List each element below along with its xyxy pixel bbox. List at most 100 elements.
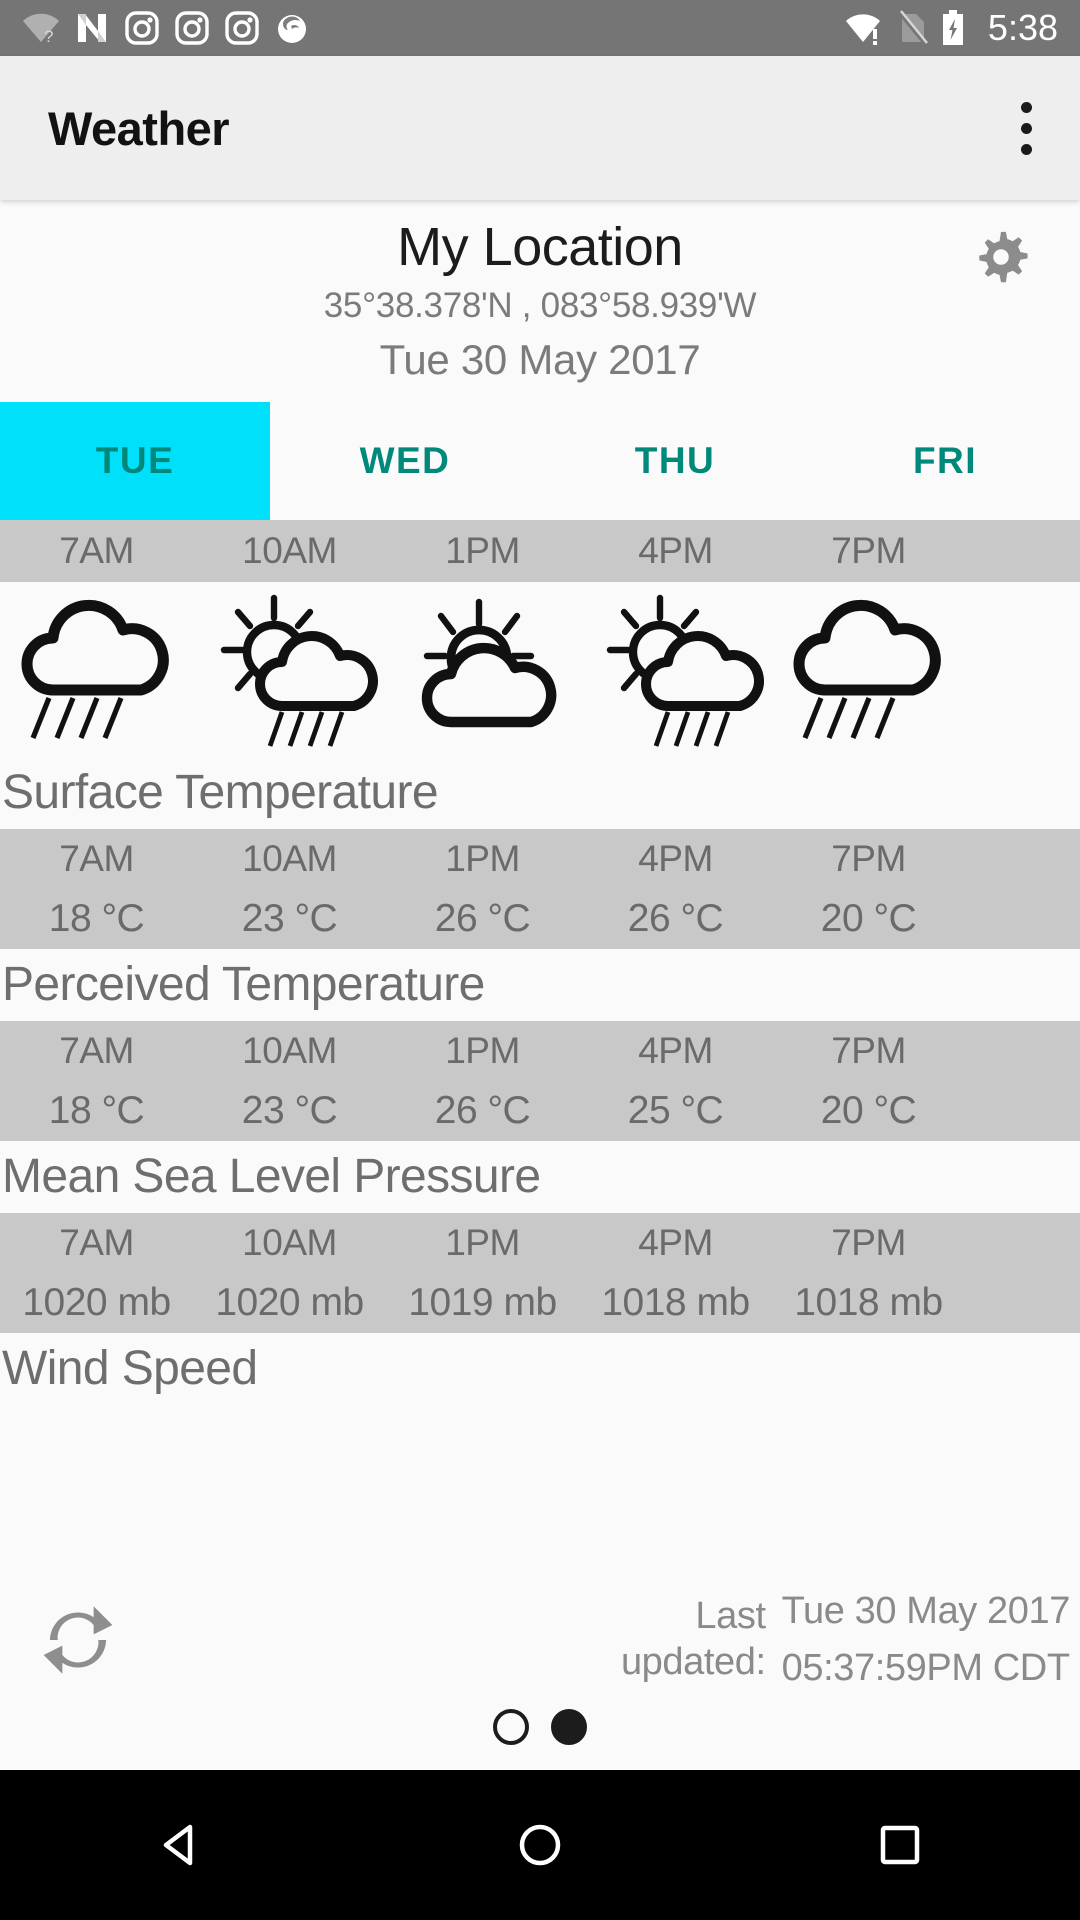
- tab-label: TUE: [95, 440, 175, 482]
- hour-label: 7PM: [831, 1030, 906, 1072]
- wifi-alert-icon: [845, 14, 880, 45]
- table-row: 7AM 10AM 1PM 4PM 7PM: [0, 1021, 1080, 1081]
- footer: Last updated: Tue 30 May 2017 05:37:59PM…: [0, 1565, 1080, 1770]
- hour-label: 1PM: [445, 1222, 520, 1264]
- app-screen: ? 5:38 Weather My Location 35°38.378'N ,…: [0, 0, 1080, 1920]
- android-n-icon: [78, 14, 106, 42]
- condition-cell: [0, 590, 193, 750]
- overflow-menu-icon[interactable]: [1016, 101, 1036, 155]
- nav-back-button[interactable]: [105, 1817, 255, 1873]
- section-title: Wind Speed: [0, 1333, 1080, 1406]
- value-cell: 18 °C: [48, 1089, 145, 1133]
- nav-home-button[interactable]: [465, 1817, 615, 1873]
- hour-label: 10AM: [242, 530, 337, 572]
- section-table: 7AM 10AM 1PM 4PM 7PM 1020 mb 1020 mb 101…: [0, 1213, 1080, 1334]
- value-cell: 1020 mb: [215, 1281, 364, 1325]
- hour-label: 10AM: [242, 1222, 337, 1264]
- value-cell: 26 °C: [627, 897, 724, 941]
- status-bar: ? 5:38: [0, 0, 1080, 56]
- home-circle-icon: [519, 1824, 561, 1866]
- hour-label: 7AM: [59, 1030, 134, 1072]
- rain-cloud-icon: [21, 599, 169, 739]
- value-cell: 1019 mb: [408, 1281, 557, 1325]
- refresh-icon[interactable]: [28, 1590, 128, 1690]
- value-cell: 25 °C: [627, 1089, 724, 1133]
- value-cell: 23 °C: [241, 1089, 338, 1133]
- system-navigation-bar: [0, 1770, 1080, 1920]
- value-cell: 20 °C: [820, 1089, 917, 1133]
- value-cell: 26 °C: [434, 1089, 531, 1133]
- table-row: 1020 mb 1020 mb 1019 mb 1018 mb 1018 mb: [0, 1273, 1080, 1333]
- section-table: 7AM 10AM 1PM 4PM 7PM 18 °C 23 °C 26 °C 2…: [0, 1021, 1080, 1142]
- section-wind-speed: Wind Speed: [0, 1333, 1080, 1406]
- recents-square-icon: [880, 1825, 920, 1865]
- section-table: 7AM 10AM 1PM 4PM 7PM 18 °C 23 °C 26 °C 2…: [0, 829, 1080, 950]
- section-surface-temperature: Surface Temperature 7AM 10AM 1PM 4PM 7PM…: [0, 757, 1080, 950]
- tab-tue[interactable]: TUE: [0, 402, 270, 521]
- section-title: Mean Sea Level Pressure: [0, 1141, 1080, 1214]
- value-cell: 1020 mb: [22, 1281, 171, 1325]
- hour-label: 4PM: [638, 1030, 713, 1072]
- section-perceived-temperature: Perceived Temperature 7AM 10AM 1PM 4PM 7…: [0, 949, 1080, 1142]
- page-title: Weather: [48, 101, 230, 155]
- day-tabs: TUE WED THU FRI: [0, 402, 1080, 521]
- instagram-icon: [125, 11, 159, 45]
- sun-cloud-rain-icon: [220, 594, 378, 747]
- section-title: Perceived Temperature: [0, 949, 1080, 1022]
- value-cell: 18 °C: [48, 897, 145, 941]
- location-coordinates: 35°38.378'N , 083°58.939'W: [323, 286, 757, 326]
- hour-label: 4PM: [638, 838, 713, 880]
- hour-label: 1PM: [445, 1030, 520, 1072]
- instagram-icon: [225, 11, 259, 45]
- table-row: 7AM 10AM 1PM 4PM 7PM: [0, 829, 1080, 889]
- hour-label: 1PM: [445, 838, 520, 880]
- tab-label: FRI: [912, 440, 978, 482]
- tab-wed[interactable]: WED: [270, 402, 540, 520]
- last-updated-label: Last updated:: [620, 1595, 766, 1683]
- hour-label: 7PM: [831, 1222, 906, 1264]
- page-indicator: [0, 1709, 1080, 1745]
- tab-label: WED: [359, 440, 451, 482]
- last-updated-time: 05:37:59PM CDT: [781, 1647, 1070, 1689]
- condition-cell: [193, 590, 386, 750]
- hourly-condition-icons: [0, 582, 1080, 758]
- hour-label: 7PM: [831, 838, 906, 880]
- hour-label: 10AM: [242, 1030, 337, 1072]
- instagram-icon: [175, 11, 209, 45]
- rain-cloud-icon: [793, 599, 941, 739]
- forecast-date: Tue 30 May 2017: [379, 336, 701, 384]
- wifi-question-icon: ?: [23, 13, 59, 45]
- table-row: 7AM 10AM 1PM 4PM 7PM: [0, 1213, 1080, 1273]
- gear-icon[interactable]: [970, 226, 1032, 288]
- value-cell: 1018 mb: [794, 1281, 943, 1325]
- firefox-icon: [278, 15, 306, 43]
- page-dot-active[interactable]: [551, 1709, 587, 1745]
- condition-cell: [386, 590, 579, 750]
- value-cell: 23 °C: [241, 897, 338, 941]
- tab-fri[interactable]: FRI: [810, 402, 1080, 520]
- section-mean-sea-level-pressure: Mean Sea Level Pressure 7AM 10AM 1PM 4PM…: [0, 1141, 1080, 1334]
- app-bar: Weather: [0, 56, 1080, 200]
- last-updated-date: Tue 30 May 2017: [781, 1589, 1071, 1632]
- hour-label: 4PM: [638, 1222, 713, 1264]
- hour-label: 7AM: [59, 838, 134, 880]
- hourly-time-header: 7AM 10AM 1PM 4PM 7PM: [0, 520, 1080, 583]
- hour-label: 7PM: [831, 530, 906, 572]
- location-header: My Location 35°38.378'N , 083°58.939'W T…: [0, 200, 1080, 384]
- back-triangle-icon: [163, 1824, 193, 1866]
- footer-row: Last updated: Tue 30 May 2017 05:37:59PM…: [0, 1565, 1080, 1715]
- status-bar-right-icons: 5:38: [845, 9, 1058, 47]
- table-row: 18 °C 23 °C 26 °C 25 °C 20 °C: [0, 1081, 1080, 1141]
- value-cell: 20 °C: [820, 897, 917, 941]
- tab-thu[interactable]: THU: [540, 402, 810, 520]
- condition-cell: [579, 590, 772, 750]
- hour-label: 7AM: [59, 530, 134, 572]
- page-dot[interactable]: [493, 1709, 529, 1745]
- sun-cloud-icon: [421, 598, 556, 727]
- hour-label: 7AM: [59, 1222, 134, 1264]
- value-cell: 26 °C: [434, 897, 531, 941]
- hour-label: 4PM: [638, 530, 713, 572]
- nav-recents-button[interactable]: [825, 1817, 975, 1873]
- location-name: My Location: [397, 217, 683, 277]
- section-title: Surface Temperature: [0, 757, 1080, 830]
